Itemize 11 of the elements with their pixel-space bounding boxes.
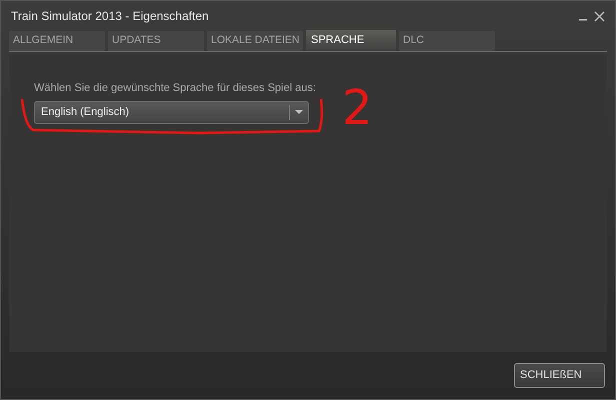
tab[interactable]: LOKALE DATEIEN	[207, 31, 303, 51]
tab[interactable]: SPRACHE	[306, 30, 396, 51]
tab[interactable]: UPDATES	[108, 31, 204, 51]
close-icon[interactable]	[594, 10, 605, 22]
tab[interactable]: ALLGEMEIN	[9, 31, 105, 51]
window-title: Train Simulator 2013 - Eigenschaften	[11, 8, 209, 25]
language-prompt: Wählen Sie die gewünschte Sprache für dieses Spiel aus:	[34, 81, 317, 96]
language-dropdown[interactable]: English (Englisch)	[34, 100, 309, 124]
annotation-label: 2	[342, 84, 373, 132]
tab[interactable]: DLC	[399, 31, 495, 51]
close-button[interactable]: SCHLIEßEN	[514, 363, 605, 388]
